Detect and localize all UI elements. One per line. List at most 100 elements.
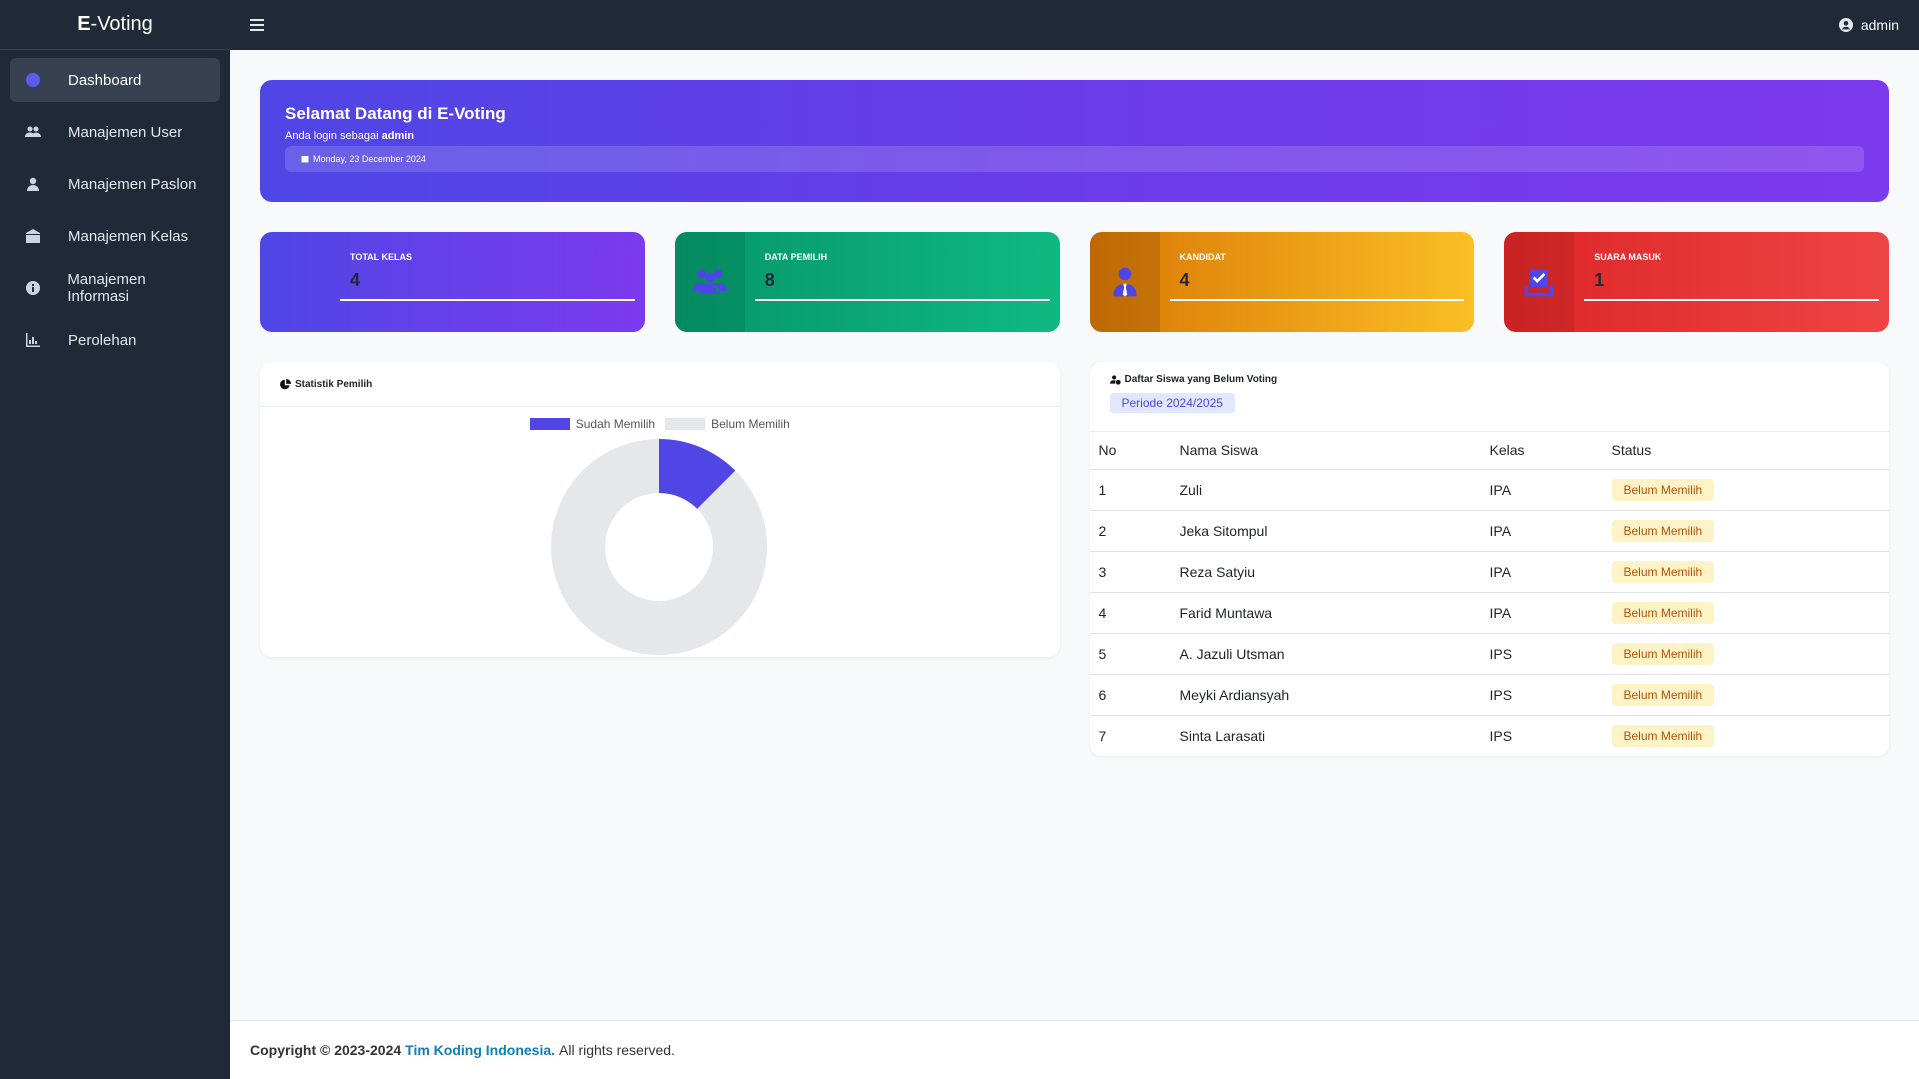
cell-no: 3: [1089, 551, 1171, 593]
pie-chart-icon: [280, 378, 291, 389]
chart-card-header: Statistik Pemilih: [260, 362, 1060, 407]
cell-no: 7: [1098, 727, 1107, 744]
table-row: 7 Sinta Larasati IPS Belum Memilih: [1090, 715, 1890, 756]
sidebar-item-dashboard[interactable]: Dashboard: [10, 58, 220, 102]
status-badge: Belum Memilih: [1611, 560, 1715, 583]
brand-rest: -Voting: [90, 13, 153, 35]
user-circle-icon: [1838, 18, 1853, 32]
info-circle-icon: [24, 71, 42, 89]
legend-label: Belum Memilih: [711, 417, 790, 431]
footer-rights: All rights reserved.: [559, 1042, 675, 1058]
cell-nama: Sinta Larasati: [1179, 727, 1266, 744]
cell-status: Belum Memilih: [1602, 674, 1889, 716]
status-badge: Belum Memilih: [1611, 683, 1715, 706]
user-menu[interactable]: admin: [1838, 17, 1899, 33]
sidebar-item-label: Manajemen Paslon: [68, 175, 197, 193]
stat-card-data-pemilih: DATA PEMILIH 8: [674, 232, 1060, 332]
table-card-title-row: Daftar Siswa yang Belum Voting: [1109, 374, 1277, 385]
column-header-status: Status: [1602, 432, 1889, 470]
table-row: 3 Reza Satyiu IPA Belum Memilih: [1089, 551, 1889, 593]
footer: Copyright © 2023-2024 Tim Koding Indones…: [230, 1020, 1919, 1079]
table-header-row: No Nama Siswa Kelas Status: [1089, 432, 1889, 470]
school-icon: [260, 232, 330, 332]
status-badge: Belum Memilih: [1611, 724, 1715, 747]
status-badge: Belum Memilih: [1611, 519, 1715, 542]
user-icon: [24, 175, 42, 193]
cell-no: 4: [1089, 592, 1171, 634]
stat-label: KANDIDAT: [1179, 252, 1226, 262]
sidebar-item-label: Manajemen Informasi: [67, 271, 146, 305]
cell-status: Belum Memilih: [1603, 715, 1890, 756]
stat-label: SUARA MASUK: [1594, 252, 1662, 262]
cell-kelas: IPS: [1480, 674, 1603, 716]
cell-status: Belum Memilih: [1602, 633, 1889, 675]
column-header-kelas: Kelas: [1480, 432, 1603, 470]
cell-nama: Reza Satyiu: [1170, 551, 1481, 593]
status-badge: Belum Memilih: [1611, 601, 1715, 624]
cell-kelas: IPA: [1480, 551, 1603, 593]
users-icon: [24, 123, 42, 141]
vote-box-icon: [1504, 232, 1575, 332]
welcome-title: Selamat Datang di E-Voting: [285, 104, 506, 123]
table-row: 1 Zuli IPA Belum Memilih: [1089, 469, 1889, 511]
cell-no: 1: [1089, 469, 1171, 511]
table-card-header: Daftar Siswa yang Belum Voting Periode 2…: [1089, 362, 1889, 432]
table-row: 4 Farid Muntawa IPA Belum Memilih: [1089, 592, 1889, 634]
sidebar-item-manajemen-informasi[interactable]: Manajemen Informasi: [10, 266, 220, 310]
sidebar-item-label: Perolehan: [68, 331, 137, 349]
sidebar-item-manajemen-paslon[interactable]: Manajemen Paslon: [10, 162, 220, 206]
stat-value: 8: [754, 270, 1050, 301]
sidebar-item-label: Manajemen Kelas: [68, 227, 189, 245]
legend-swatch: [529, 418, 570, 430]
cell-no: 2: [1089, 510, 1171, 552]
cell-status: Belum Memilih: [1602, 551, 1889, 593]
legend-item[interactable]: Sudah Memilih: [529, 417, 655, 431]
username-label: admin: [1860, 17, 1899, 33]
welcome-banner: Selamat Datang di E-Voting Anda login se…: [260, 80, 1889, 202]
sidebar-item-manajemen-user[interactable]: Manajemen User: [10, 110, 220, 154]
login-user: admin: [381, 130, 415, 142]
menu-toggle-icon[interactable]: [250, 16, 268, 34]
calendar-icon: [301, 156, 309, 163]
cell-status: Belum Memilih: [1602, 469, 1889, 511]
stat-value: 4: [1169, 270, 1465, 301]
status-badge: Belum Memilih: [1611, 478, 1715, 501]
sidebar-item-perolehan[interactable]: Perolehan: [10, 318, 220, 362]
sidebar-item-manajemen-kelas[interactable]: Manajemen Kelas: [10, 214, 220, 258]
stats-row: TOTAL KELAS 4 DATA PEMILIH 8 KANDIDAT 4 …: [260, 232, 1889, 332]
login-prefix: Anda login sebagai: [285, 130, 379, 142]
cell-kelas: IPA: [1480, 592, 1603, 634]
stat-value: 1: [1584, 270, 1879, 301]
stat-card-suara-masuk: SUARA MASUK 1: [1504, 232, 1889, 332]
brand-prefix: E: [77, 13, 91, 35]
info-circle-icon: [24, 279, 41, 297]
stat-card-total-kelas: TOTAL KELAS 4: [260, 232, 645, 332]
periode-badge: Periode 2024/2025: [1109, 393, 1235, 413]
stat-value: 4: [340, 270, 635, 301]
cell-nama: Jeka Sitompul: [1170, 510, 1481, 552]
stat-label: DATA PEMILIH: [764, 252, 828, 262]
table-row: 2 Jeka Sitompul IPA Belum Memilih: [1089, 510, 1889, 552]
status-badge: Belum Memilih: [1611, 642, 1715, 665]
school-icon: [24, 227, 42, 245]
table-row: 6 Meyki Ardiansyah IPS Belum Memilih: [1089, 674, 1889, 716]
sidebar: E -Voting Dashboard Manajemen User Manaje…: [0, 0, 230, 1079]
sidebar-nav: Dashboard Manajemen User Manajemen Paslo…: [0, 50, 230, 378]
brand-logo[interactable]: E -Voting: [0, 0, 230, 50]
cell-status: Belum Memilih: [1602, 510, 1889, 552]
cell-nama: Farid Muntawa: [1170, 592, 1481, 634]
chart-card-title: Statistik Pemilih: [295, 378, 373, 390]
user-clock-icon: [1109, 375, 1121, 385]
column-header-no: No: [1089, 432, 1171, 470]
chart-card: Statistik Pemilih Sudah Memilih Belum Me…: [260, 362, 1060, 657]
footer-org-link[interactable]: Tim Koding Indonesia.: [405, 1042, 555, 1058]
login-info: Anda login sebagai admin: [285, 130, 1864, 142]
sidebar-item-label: Dashboard: [68, 71, 142, 89]
cell-kelas: IPS: [1489, 727, 1513, 744]
column-header-nama: Nama Siswa: [1170, 432, 1481, 470]
main-content: Selamat Datang di E-Voting Anda login se…: [230, 50, 1919, 1020]
content-row: Statistik Pemilih Sudah Memilih Belum Me…: [260, 362, 1889, 756]
date-bar: Monday, 23 December 2024: [285, 146, 1864, 172]
legend-swatch: [665, 418, 706, 430]
legend-item[interactable]: Belum Memilih: [665, 417, 790, 431]
